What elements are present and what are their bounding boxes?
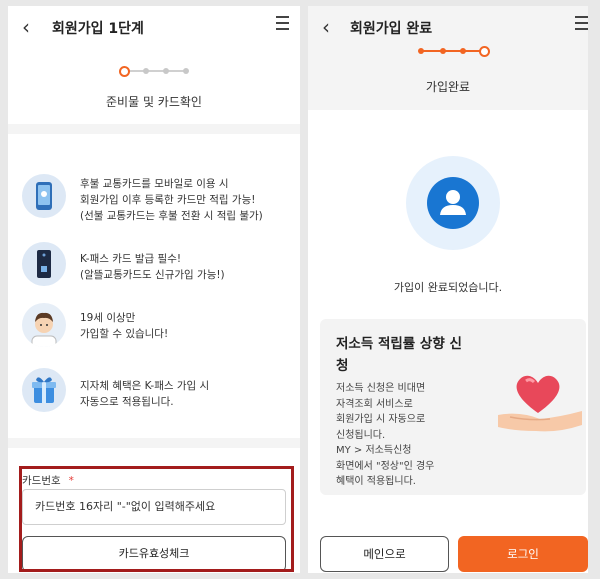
card-validity-check-button[interactable]: 카드유효성체크 [22, 536, 286, 572]
step-dot [163, 68, 169, 74]
divider [8, 438, 300, 448]
info-text: 지자체 혜택은 K-패스 가입 시 자동으로 적용됩니다. [80, 380, 210, 408]
info-text: 후불 교통카드를 모바일로 이용 시 회원가입 이후 등록한 카드만 적립 가능… [80, 178, 263, 222]
step-dot [460, 48, 466, 54]
divider [8, 124, 300, 134]
step-indicator [418, 46, 490, 57]
required-mark: * [68, 475, 74, 487]
step-label: 가입완료 [425, 80, 471, 94]
page-title: 회원가입 1단계 [52, 21, 144, 37]
header: ‹ 회원가입 1단계 [8, 6, 300, 48]
hamburger-menu-icon[interactable] [276, 16, 289, 31]
low-income-promo-card[interactable]: 저소득 적립률 상향 신청 저소득 신청은 비대면 자격조회 서비스로 회원가입… [320, 319, 586, 495]
person-avatar-icon [22, 303, 66, 347]
step-dot-current [119, 66, 130, 77]
step-dot-current [479, 46, 490, 57]
page-title: 회원가입 완료 [350, 21, 433, 37]
complete-message: 가입이 완료되었습니다. [393, 281, 503, 294]
step-dot [143, 68, 149, 74]
promo-description: 저소득 신청은 비대면 자격조회 서비스로 회원가입 시 자동으로 신청됩니다.… [336, 383, 435, 487]
phone-card-icon [22, 174, 66, 218]
login-button[interactable]: 로그인 [458, 536, 588, 572]
heart-in-hand-icon [498, 375, 582, 432]
chevron-left-icon[interactable]: ‹ [22, 15, 30, 39]
main-button[interactable]: 메인으로 [320, 536, 449, 572]
step-indicator [119, 66, 191, 77]
promo-title: 저소득 적립률 상향 신청 [336, 336, 462, 374]
chevron-left-icon[interactable]: ‹ [322, 15, 330, 39]
header: ‹ 회원가입 완료 [308, 6, 588, 48]
gift-icon [22, 368, 66, 412]
info-text: K-패스 카드 발급 필수! (알뜰교통카드도 신규가입 가능!) [80, 253, 225, 281]
signup-complete-screen: ‹ 회원가입 완료 가입완료 가입이 완료되었습니다. 저소득 적립률 상향 신… [308, 6, 588, 573]
signup-step1-screen: ‹ 회원가입 1단계 준비물 및 카드확인 후불 교통카드를 모바일로 이용 시… [8, 6, 300, 573]
card-number-input[interactable]: 카드번호 16자리 "-"없이 입력해주세요 [22, 489, 286, 525]
user-check-icon [406, 156, 500, 250]
step-label: 준비물 및 카드확인 [106, 95, 202, 109]
step-dot [440, 48, 446, 54]
k-pass-card-icon [22, 242, 66, 286]
hamburger-menu-icon[interactable] [575, 16, 588, 31]
info-text: 19세 이상만 가입할 수 있습니다! [80, 312, 169, 340]
step-dot [418, 48, 424, 54]
step-dot [183, 68, 189, 74]
card-number-label: 카드번호 * [22, 475, 74, 487]
